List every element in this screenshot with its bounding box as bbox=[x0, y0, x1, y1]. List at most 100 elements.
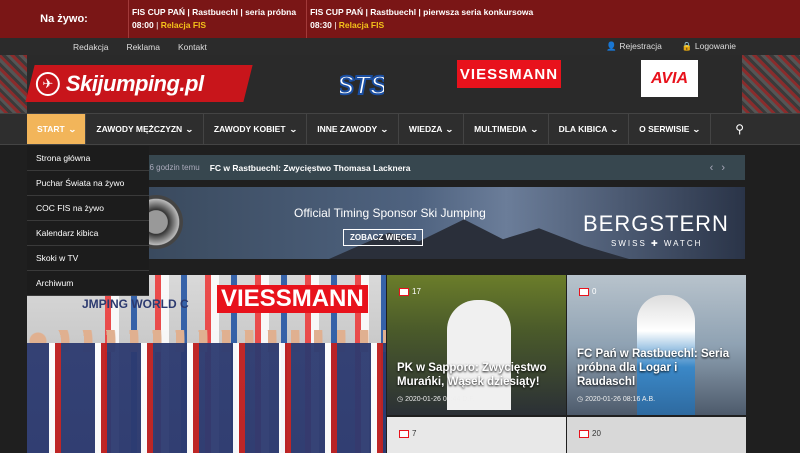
team-photo bbox=[27, 343, 386, 453]
comment-count: 20 bbox=[592, 429, 601, 438]
comment-count-badge: 7 bbox=[399, 429, 416, 438]
nav-label: ZAWODY MĘŻCZYZN bbox=[96, 124, 183, 134]
comment-count-badge: 0 bbox=[579, 287, 596, 296]
dropdown-item[interactable]: COC FIS na żywo bbox=[27, 196, 149, 221]
chevron-down-icon: ⌄ bbox=[380, 124, 389, 134]
nav-start[interactable]: START ⌄ bbox=[27, 114, 87, 144]
chevron-down-icon: ⌄ bbox=[185, 124, 194, 134]
live-item[interactable]: FIS CUP PAŃ | Rastbuechl | seria próbna … bbox=[128, 0, 306, 38]
chevron-down-icon: ⌄ bbox=[67, 124, 77, 134]
live-item-relation[interactable]: Relacja FIS bbox=[339, 20, 384, 30]
chevron-down-icon: ⌄ bbox=[692, 124, 702, 134]
comment-icon bbox=[579, 287, 589, 296]
register-link[interactable]: 👤 Rejestracja bbox=[606, 41, 662, 52]
clock-icon: ◷ bbox=[577, 396, 584, 403]
watch-image bbox=[149, 195, 183, 249]
sponsor-avia-logo[interactable]: AVIA bbox=[641, 60, 698, 97]
nav-label: DLA KIBICA bbox=[558, 124, 608, 134]
crowd-image-right bbox=[742, 55, 800, 113]
photo-sponsor-text: VIESSMANN bbox=[217, 285, 368, 313]
nav-inne-zawody[interactable]: INNE ZAWODY ⌄ bbox=[307, 114, 399, 144]
nav-label: START bbox=[37, 124, 65, 134]
nav-multimedia[interactable]: MULTIMEDIA ⌄ bbox=[464, 114, 549, 144]
chevron-down-icon: ⌄ bbox=[610, 124, 620, 134]
nav-label: ZAWODY KOBIET bbox=[213, 124, 286, 134]
live-item-time: 08:00 bbox=[132, 20, 154, 30]
news-card-title[interactable]: PK w Sapporo: Zwycięstwo Murańki, Wąsek … bbox=[397, 361, 556, 389]
comment-count: 0 bbox=[592, 287, 597, 296]
banner-brand-sub: SWISS ✚ WATCH bbox=[611, 239, 703, 248]
comment-icon bbox=[399, 429, 409, 438]
comment-count-badge: 20 bbox=[579, 429, 601, 438]
comment-count: 17 bbox=[412, 287, 421, 296]
chevron-down-icon: ⌄ bbox=[288, 124, 298, 134]
banner-text: Official Timing Sponsor Ski Jumping bbox=[294, 206, 486, 220]
nav-o-serwisie[interactable]: O SERWISIE ⌄ bbox=[629, 114, 712, 144]
news-card-meta: 2020-01-26 08:16 A.B. bbox=[585, 396, 656, 403]
register-label: Rejestracja bbox=[619, 41, 662, 51]
news-card[interactable]: 7 bbox=[387, 417, 566, 453]
live-item-relation[interactable]: Relacja FIS bbox=[161, 20, 206, 30]
start-dropdown-menu: Strona główna Puchar Świata na żywo COC … bbox=[27, 146, 149, 296]
live-bar: Na żywo: FIS CUP PAŃ | Rastbuechl | seri… bbox=[0, 0, 800, 38]
chevron-down-icon: ⌄ bbox=[445, 124, 455, 134]
topnav-link-kontakt[interactable]: Kontakt bbox=[178, 42, 207, 52]
comment-icon bbox=[399, 287, 409, 296]
dropdown-item[interactable]: Strona główna bbox=[27, 146, 149, 171]
live-item[interactable]: FIS CUP PAŃ | Rastbuechl | pierwsza seri… bbox=[306, 0, 543, 38]
ticker-arrows: ‹› bbox=[710, 162, 733, 174]
site-logo[interactable]: ✈ Skijumping.pl bbox=[25, 65, 253, 102]
dropdown-item[interactable]: Kalendarz kibica bbox=[27, 221, 149, 246]
dropdown-item[interactable]: Archiwum bbox=[27, 271, 149, 296]
ticker-title[interactable]: FC w Rastbuechl: Zwycięstwo Thomasa Lack… bbox=[210, 163, 411, 173]
news-card[interactable]: 20 bbox=[567, 417, 746, 453]
skijumper-icon: ✈ bbox=[36, 71, 60, 96]
comment-count-badge: 17 bbox=[399, 287, 421, 296]
site-header: ✈ Skijumping.pl STS VIESSMANN AVIA bbox=[0, 55, 800, 113]
login-label: Logowanie bbox=[694, 41, 736, 51]
sponsor-viessmann-logo[interactable]: VIESSMANN bbox=[457, 60, 561, 88]
news-card[interactable]: 17 PK w Sapporo: Zwycięstwo Murańki, Wąs… bbox=[387, 275, 566, 415]
sponsor-sts-text: STS bbox=[340, 70, 384, 100]
chevron-down-icon: ⌄ bbox=[529, 124, 539, 134]
login-link[interactable]: 🔒 Logowanie bbox=[682, 41, 736, 52]
comment-count: 7 bbox=[412, 429, 417, 438]
clock-icon: ◷ bbox=[397, 396, 404, 403]
live-item-time: 08:30 bbox=[310, 20, 332, 30]
news-card-featured[interactable]: VIESSMANN JMPING WORLD C bbox=[27, 275, 386, 453]
nav-label: MULTIMEDIA bbox=[474, 124, 527, 134]
sponsor-sts-logo[interactable]: STS bbox=[340, 67, 384, 101]
comment-icon bbox=[579, 429, 589, 438]
banner-brand: BERGSTERN bbox=[583, 211, 729, 236]
news-card-title[interactable]: FC Pań w Rastbuechl: Seria próbna dla Lo… bbox=[577, 347, 736, 389]
crowd-image-left bbox=[0, 55, 27, 113]
logo-text: Skijumping.pl bbox=[66, 70, 204, 96]
live-item-title: FIS CUP PAŃ | Rastbuechl | pierwsza seri… bbox=[310, 7, 534, 17]
nav-zawody-kobiet[interactable]: ZAWODY KOBIET ⌄ bbox=[204, 114, 308, 144]
user-plus-icon: 👤 bbox=[606, 41, 617, 51]
lock-icon: 🔒 bbox=[681, 41, 693, 51]
topnav-link-redakcja[interactable]: Redakcja bbox=[73, 42, 108, 52]
ticker-time-ago: 16 godzin temu bbox=[145, 163, 200, 172]
nav-label: O SERWISIE bbox=[639, 124, 690, 134]
live-label: Na żywo: bbox=[40, 13, 88, 25]
news-card[interactable]: 0 FC Pań w Rastbuechl: Seria próbna dla … bbox=[567, 275, 746, 415]
top-nav: Redakcja Reklama Kontakt 👤 Rejestracja 🔒… bbox=[0, 38, 800, 55]
bergstern-banner[interactable]: Official Timing Sponsor Ski Jumping ZOBA… bbox=[149, 187, 745, 259]
news-grid: VIESSMANN JMPING WORLD C 17 PK w Sapporo… bbox=[0, 275, 800, 453]
nav-dla-kibica[interactable]: DLA KIBICA ⌄ bbox=[549, 114, 630, 144]
photo-corner-text: JMPING WORLD C bbox=[82, 297, 189, 311]
topnav-link-reklama[interactable]: Reklama bbox=[126, 42, 160, 52]
main-nav: START ⌄ ZAWODY MĘŻCZYZN ⌄ ZAWODY KOBIET ⌄ I… bbox=[0, 113, 800, 145]
nav-label: INNE ZAWODY bbox=[317, 124, 378, 134]
live-item-title: FIS CUP PAŃ | Rastbuechl | seria próbna bbox=[132, 7, 297, 17]
nav-wiedza[interactable]: WIEDZA ⌄ bbox=[399, 114, 465, 144]
dropdown-item[interactable]: Puchar Świata na żywo bbox=[27, 171, 149, 196]
chevron-right-icon[interactable]: › bbox=[721, 162, 733, 174]
search-icon[interactable]: ⚲ bbox=[735, 122, 744, 136]
chevron-left-icon[interactable]: ‹ bbox=[710, 162, 722, 174]
nav-zawody-mezczyzn[interactable]: ZAWODY MĘŻCZYZN ⌄ bbox=[86, 114, 204, 144]
nav-label: WIEDZA bbox=[408, 124, 443, 134]
dropdown-item[interactable]: Skoki w TV bbox=[27, 246, 149, 271]
banner-button[interactable]: ZOBACZ WIĘCEJ bbox=[343, 229, 424, 246]
